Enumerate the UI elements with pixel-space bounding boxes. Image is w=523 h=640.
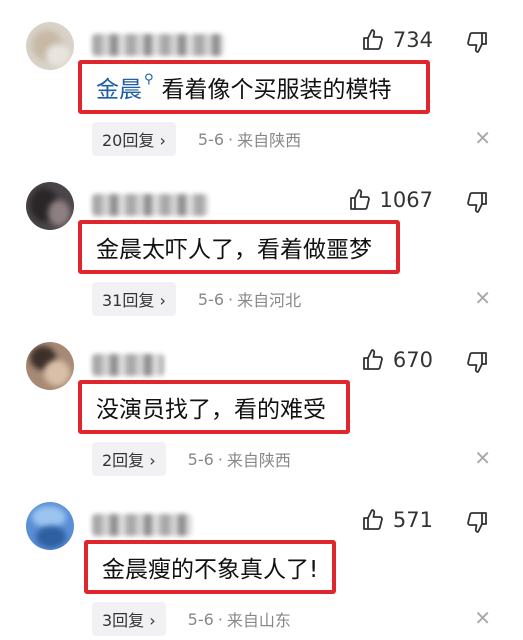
- like-button[interactable]: 1067: [348, 188, 433, 212]
- replies-button[interactable]: 20回复 ›: [92, 122, 176, 156]
- comment-meta: 31回复 › 5-6 · 来自河北: [92, 282, 301, 316]
- thumbs-down-icon[interactable]: [465, 190, 489, 214]
- comment-text-highlight: 金晨太吓人了，看着做噩梦: [78, 220, 400, 274]
- separator-dot: ·: [228, 289, 234, 309]
- separator-dot: ·: [217, 449, 223, 469]
- username-label: [blurred username]: [0, 320, 1, 321]
- comment-date: 5-6: [187, 609, 214, 629]
- like-button[interactable]: 571: [361, 508, 433, 532]
- comment-location: 来自陕西: [237, 131, 302, 150]
- replies-button[interactable]: 31回复 ›: [92, 282, 176, 316]
- close-icon[interactable]: ✕: [474, 128, 491, 148]
- mention-link[interactable]: 金晨: [96, 70, 142, 104]
- comment-text-highlight: 金晨 ⚲ 看着像个买服装的模特: [78, 60, 430, 114]
- thumbs-up-icon: [363, 509, 383, 530]
- username-blurred[interactable]: [92, 514, 192, 536]
- comment-text: 没演员找了，看的难受: [96, 397, 326, 423]
- close-icon[interactable]: ✕: [474, 608, 491, 628]
- username-label: [blurred username]: [0, 160, 1, 161]
- like-count: 670: [392, 348, 433, 372]
- comment-meta: 3回复 › 5-6 · 来自山东: [92, 602, 291, 636]
- avatar[interactable]: [26, 22, 74, 70]
- avatar[interactable]: [26, 182, 74, 230]
- close-icon[interactable]: ✕: [474, 288, 491, 308]
- comment-date: 5-6: [187, 449, 214, 469]
- replies-button[interactable]: 3回复 ›: [92, 602, 166, 636]
- comment-date: 5-6: [197, 129, 224, 149]
- replies-button[interactable]: 2回复 ›: [92, 442, 166, 476]
- comment-meta: 2回复 › 5-6 · 来自陕西: [92, 442, 291, 476]
- comment-text: 金晨瘦的不象真人了!: [102, 557, 319, 583]
- thumbs-down-icon[interactable]: [465, 510, 489, 534]
- comment-location: 来自河北: [237, 291, 302, 310]
- username-label: [blurred username]: [0, 480, 1, 481]
- like-button[interactable]: 670: [361, 348, 433, 372]
- comment-meta: 20回复 › 5-6 · 来自陕西: [92, 122, 301, 156]
- comment-location: 来自陕西: [226, 451, 291, 470]
- comment-item: [blurred username] 734 金晨 ⚲ 看着像个买服装的模特 2…: [0, 0, 523, 160]
- username-label: [blurred username]: [0, 0, 1, 1]
- comment-text-highlight: 金晨瘦的不象真人了!: [84, 540, 336, 594]
- like-button[interactable]: 734: [361, 28, 433, 52]
- comment-text: 金晨太吓人了，看着做噩梦: [96, 237, 372, 263]
- search-icon: ⚲: [144, 71, 154, 87]
- comment-date: 5-6: [197, 289, 224, 309]
- comment-item: [blurred username] 670 没演员找了，看的难受 2回复 › …: [0, 320, 523, 480]
- username-blurred[interactable]: [92, 194, 208, 216]
- avatar[interactable]: [26, 502, 74, 550]
- separator-dot: ·: [228, 129, 234, 149]
- like-count: 1067: [379, 188, 433, 212]
- comment-item: [blurred username] 1067 金晨太吓人了，看着做噩梦 31回…: [0, 160, 523, 320]
- thumbs-down-icon[interactable]: [465, 30, 489, 54]
- comment-item: [blurred username] 571 金晨瘦的不象真人了! 3回复 › …: [0, 480, 523, 640]
- thumbs-down-icon[interactable]: [465, 350, 489, 374]
- thumbs-up-icon: [363, 349, 383, 370]
- avatar[interactable]: [26, 342, 74, 390]
- like-count: 734: [392, 28, 433, 52]
- comment-text-highlight: 没演员找了，看的难受: [78, 380, 350, 434]
- like-count: 571: [392, 508, 433, 532]
- separator-dot: ·: [217, 609, 223, 629]
- username-blurred[interactable]: [92, 354, 164, 376]
- thumbs-up-icon: [363, 29, 383, 50]
- comment-text: 看着像个买服装的模特: [161, 77, 392, 103]
- username-blurred[interactable]: [92, 34, 224, 56]
- thumbs-up-icon: [349, 189, 370, 210]
- close-icon[interactable]: ✕: [474, 448, 491, 468]
- comment-location: 来自山东: [226, 611, 291, 630]
